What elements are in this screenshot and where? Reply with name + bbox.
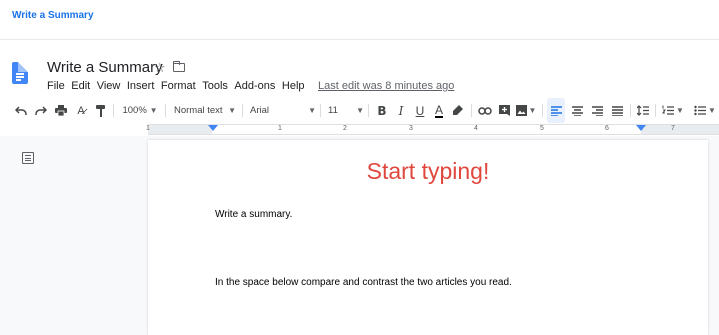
bulleted-list-button[interactable]: ▼ bbox=[691, 98, 719, 123]
align-center-icon[interactable] bbox=[569, 98, 585, 123]
menu-format[interactable]: Format bbox=[161, 80, 196, 92]
paint-format-icon[interactable] bbox=[94, 98, 108, 123]
align-right-icon[interactable] bbox=[589, 98, 605, 123]
italic-button[interactable]: I bbox=[394, 98, 408, 123]
justify-icon[interactable] bbox=[609, 98, 625, 123]
toolbar-separator bbox=[320, 104, 321, 117]
undo-icon[interactable] bbox=[14, 98, 28, 123]
align-left-icon[interactable] bbox=[547, 98, 565, 123]
last-edit-link[interactable]: Last edit was 8 minutes ago bbox=[318, 80, 454, 92]
menu-addons[interactable]: Add-ons bbox=[234, 80, 275, 92]
chevron-down-icon: ▼ bbox=[149, 106, 158, 115]
app-title-link[interactable]: Write a Summary bbox=[12, 10, 94, 21]
redo-icon[interactable] bbox=[34, 98, 48, 123]
paragraph: Write a summary. bbox=[215, 209, 293, 220]
toolbar: A̷ 100% ▼ Normal text ▼ Arial ▼ 11 ▼ B I U… bbox=[0, 98, 719, 123]
ruler-number: 5 bbox=[540, 125, 544, 132]
bulleted-list-icon bbox=[694, 105, 707, 116]
highlighter-icon[interactable] bbox=[451, 98, 465, 123]
paragraph: In the space below compare and contrast … bbox=[215, 277, 512, 288]
ruler-number: 2 bbox=[343, 125, 347, 132]
line-spacing-icon[interactable] bbox=[635, 98, 651, 123]
font-size-value: 11 bbox=[328, 105, 338, 116]
chevron-down-icon: ▼ bbox=[228, 106, 237, 115]
menu-file[interactable]: File bbox=[47, 80, 65, 92]
folder-icon[interactable] bbox=[172, 60, 185, 72]
ruler-left-margin bbox=[148, 125, 212, 134]
chevron-down-icon: ▼ bbox=[676, 106, 684, 115]
toolbar-separator bbox=[242, 104, 243, 117]
menu-tools[interactable]: Tools bbox=[202, 80, 228, 92]
toolbar-separator bbox=[113, 104, 114, 117]
document-page[interactable]: Start typing! Write a summary. In the sp… bbox=[148, 140, 708, 335]
chevron-down-icon: ▼ bbox=[708, 106, 716, 115]
page-heading: Start typing! bbox=[366, 158, 490, 184]
ruler-number: 6 bbox=[605, 125, 609, 132]
comment-icon[interactable] bbox=[497, 98, 511, 123]
insert-image-button[interactable]: ▼ bbox=[515, 98, 537, 123]
chevron-down-icon: ▼ bbox=[528, 106, 537, 115]
right-indent-handle[interactable] bbox=[636, 125, 646, 131]
document-title[interactable]: Write a Summary bbox=[47, 59, 163, 76]
ruler-number: 4 bbox=[474, 125, 478, 132]
numbered-list-icon bbox=[662, 105, 675, 115]
ruler-right-margin bbox=[641, 125, 719, 134]
numbered-list-button[interactable]: ▼ bbox=[660, 98, 686, 123]
ruler-number: 1 bbox=[146, 125, 150, 132]
ruler-number: 7 bbox=[671, 125, 675, 132]
menu-view[interactable]: View bbox=[97, 80, 121, 92]
image-icon bbox=[515, 105, 527, 116]
font-select[interactable]: Arial ▼ bbox=[250, 98, 316, 123]
spellcheck-icon[interactable]: A̷ bbox=[74, 98, 88, 123]
ruler-number: 3 bbox=[409, 125, 413, 132]
menu-insert[interactable]: Insert bbox=[127, 80, 155, 92]
chevron-down-icon: ▼ bbox=[356, 106, 364, 115]
underline-button[interactable]: U bbox=[413, 98, 427, 123]
text-color-label: A bbox=[434, 102, 443, 118]
toolbar-separator bbox=[655, 104, 656, 117]
docs-logo-icon[interactable] bbox=[12, 62, 28, 84]
ruler[interactable] bbox=[148, 124, 719, 135]
ruler-number: 1 bbox=[278, 125, 282, 132]
menu-edit[interactable]: Edit bbox=[71, 80, 90, 92]
header-divider bbox=[0, 39, 719, 40]
chevron-down-icon: ▼ bbox=[308, 106, 316, 115]
first-line-indent-handle[interactable] bbox=[208, 125, 218, 131]
print-icon[interactable] bbox=[54, 98, 68, 123]
bold-button[interactable]: B bbox=[375, 98, 389, 123]
style-value: Normal text bbox=[173, 105, 223, 116]
toolbar-separator bbox=[165, 104, 166, 117]
toolbar-separator bbox=[368, 104, 369, 117]
toolbar-separator bbox=[630, 104, 631, 117]
star-icon[interactable]: ☆ bbox=[154, 60, 166, 76]
font-value: Arial bbox=[250, 105, 270, 116]
text-color-button[interactable]: A bbox=[432, 98, 446, 123]
menu-help[interactable]: Help bbox=[282, 80, 305, 92]
link-icon[interactable] bbox=[477, 98, 493, 123]
toolbar-separator bbox=[471, 104, 472, 117]
outline-icon[interactable] bbox=[22, 152, 34, 164]
menu-bar: File Edit View Insert Format Tools Add-o… bbox=[47, 80, 454, 92]
zoom-value: 100% bbox=[122, 105, 147, 116]
style-select[interactable]: Normal text ▼ bbox=[172, 98, 238, 123]
zoom-select[interactable]: 100% ▼ bbox=[119, 98, 161, 123]
font-size-select[interactable]: 11 ▼ bbox=[328, 98, 364, 123]
toolbar-separator bbox=[542, 104, 543, 117]
